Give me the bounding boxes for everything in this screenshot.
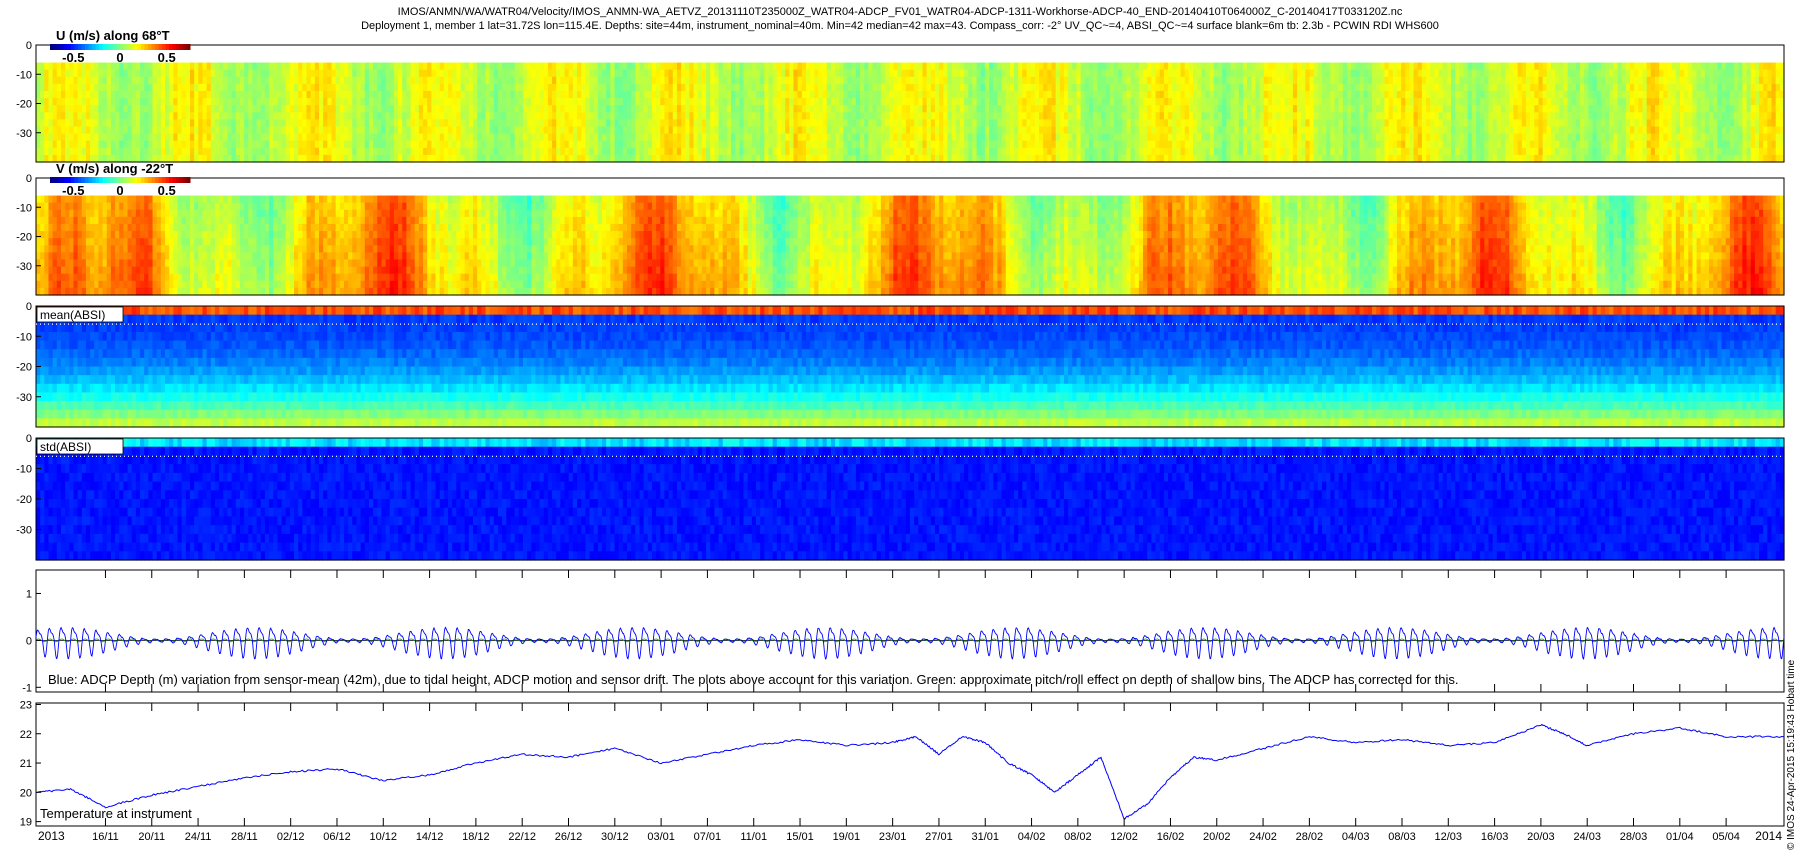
date-label-23: 16/02 xyxy=(1157,831,1185,843)
y-tick-label-1-3: -30 xyxy=(16,128,32,140)
date-label-15: 15/01 xyxy=(786,831,814,843)
depth-annotation: Blue: ADCP Depth (m) variation from sens… xyxy=(48,672,1459,687)
heatmap-1 xyxy=(36,62,1785,163)
date-label-13: 07/01 xyxy=(694,831,722,843)
date-label-16: 19/01 xyxy=(833,831,861,843)
heatmap-2 xyxy=(36,195,1785,296)
depth-y-tick-label-2: -1 xyxy=(22,682,32,694)
temp-y-tick-label-2: 21 xyxy=(20,758,32,770)
y-tick-label-3-1: -10 xyxy=(16,331,32,343)
y-tick-label-2-0: 0 xyxy=(26,173,32,185)
date-label-22: 12/02 xyxy=(1110,831,1138,843)
temperature-annotation: Temperature at instrument xyxy=(40,806,192,821)
date-end-label: 2014 xyxy=(1755,829,1782,843)
y-tick-label-1-1: -10 xyxy=(16,69,32,81)
copyright-side-label: © IMOS 24-Apr-2015 15:19:43 Hobart time xyxy=(1786,660,1797,850)
temp-y-tick-label-4: 19 xyxy=(20,817,32,829)
date-label-5: 06/12 xyxy=(323,831,351,843)
colorbar-tick-1-0: -0.5 xyxy=(62,50,84,65)
y-tick-label-3-3: -30 xyxy=(16,392,32,404)
date-label-4: 02/12 xyxy=(277,831,305,843)
temp-y-tick-label-3: 20 xyxy=(20,787,32,799)
panel-title-4: std(ABSI) xyxy=(40,440,91,454)
date-label-21: 08/02 xyxy=(1064,831,1092,843)
y-tick-label-2-1: -10 xyxy=(16,202,32,214)
date-label-18: 27/01 xyxy=(925,831,953,843)
date-label-35: 05/04 xyxy=(1712,831,1740,843)
heatmap-3 xyxy=(36,306,1785,428)
y-tick-label-4-0: 0 xyxy=(26,433,32,445)
date-label-9: 22/12 xyxy=(508,831,536,843)
date-label-26: 28/02 xyxy=(1296,831,1324,843)
date-label-0: 16/11 xyxy=(92,831,119,843)
y-tick-label-4-1: -10 xyxy=(16,464,32,476)
temp-y-tick-label-0: 23 xyxy=(20,699,32,711)
date-label-3: 28/11 xyxy=(231,831,258,843)
date-label-11: 30/12 xyxy=(601,831,629,843)
date-start-label: 2013 xyxy=(38,829,65,843)
date-label-27: 04/03 xyxy=(1342,831,1370,843)
heatmap-4 xyxy=(36,438,1785,561)
figure: 0-10-20-30U (m/s) along 68°T-0.5 0 0.50-10… xyxy=(16,28,1785,843)
date-label-2: 24/11 xyxy=(185,831,212,843)
date-label-1: 20/11 xyxy=(138,831,165,843)
date-label-20: 04/02 xyxy=(1018,831,1046,843)
date-label-28: 08/03 xyxy=(1388,831,1416,843)
date-label-6: 10/12 xyxy=(370,831,398,843)
y-tick-label-3-2: -20 xyxy=(16,362,32,374)
date-label-30: 16/03 xyxy=(1481,831,1509,843)
date-label-14: 11/01 xyxy=(740,831,767,843)
y-tick-label-2-3: -30 xyxy=(16,261,32,273)
date-label-19: 31/01 xyxy=(971,831,999,843)
depth-y-tick-label-1: 0 xyxy=(26,635,32,647)
colorbar-tick-2-1: 0 xyxy=(116,183,123,198)
y-tick-label-4-2: -20 xyxy=(16,494,32,506)
date-label-24: 20/02 xyxy=(1203,831,1231,843)
date-label-10: 26/12 xyxy=(555,831,583,843)
colorbar-tick-1-1: 0 xyxy=(116,50,123,65)
panel-title-3: mean(ABSI) xyxy=(40,308,105,322)
date-label-12: 03/01 xyxy=(647,831,675,843)
depth-y-tick-label-0: 1 xyxy=(26,588,32,600)
date-label-25: 24/02 xyxy=(1249,831,1277,843)
date-label-32: 24/03 xyxy=(1573,831,1601,843)
date-label-31: 20/03 xyxy=(1527,831,1555,843)
y-tick-label-2-2: -20 xyxy=(16,232,32,244)
temperature-panel-frame xyxy=(35,702,1785,827)
colorbar-tick-2-2: 0.5 xyxy=(158,183,176,198)
date-label-29: 12/03 xyxy=(1435,831,1463,843)
y-tick-label-1-0: 0 xyxy=(26,40,32,52)
temp-y-tick-label-1: 22 xyxy=(20,729,32,741)
y-tick-label-4-3: -30 xyxy=(16,525,32,537)
panel-title-2: V (m/s) along -22°T xyxy=(56,161,173,176)
date-label-7: 14/12 xyxy=(416,831,444,843)
date-label-17: 23/01 xyxy=(879,831,907,843)
date-label-33: 28/03 xyxy=(1620,831,1648,843)
colorbar-tick-1-2: 0.5 xyxy=(158,50,176,65)
y-tick-label-3-0: 0 xyxy=(26,301,32,313)
date-label-34: 01/04 xyxy=(1666,831,1694,843)
date-label-8: 18/12 xyxy=(462,831,490,843)
panel-title-1: U (m/s) along 68°T xyxy=(56,28,170,43)
y-tick-label-1-2: -20 xyxy=(16,99,32,111)
colorbar-tick-2-0: -0.5 xyxy=(62,183,84,198)
